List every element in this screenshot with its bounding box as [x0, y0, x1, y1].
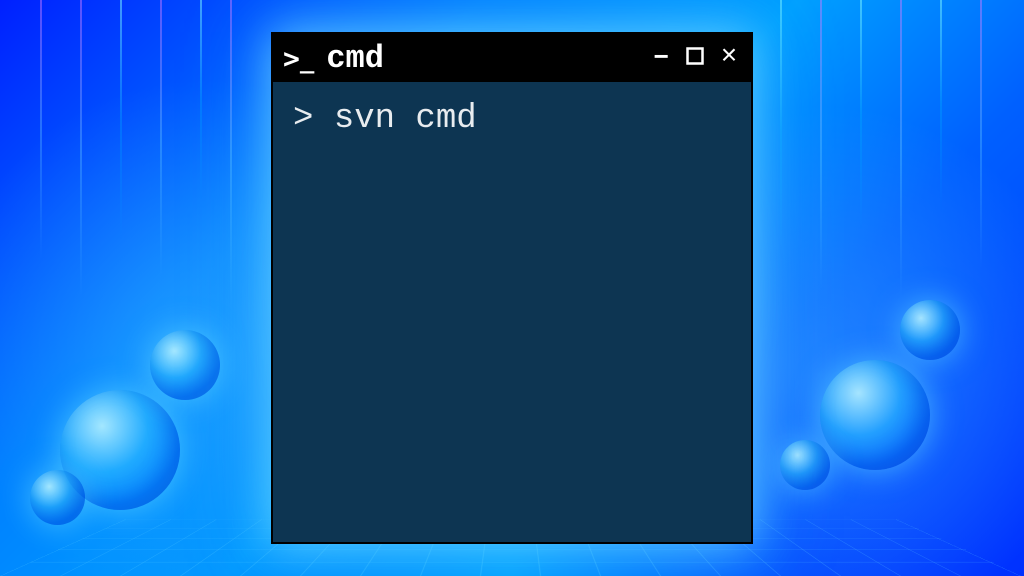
prompt-icon: >_ [283, 42, 312, 75]
prompt-symbol: > [293, 100, 313, 138]
prompt-icon-caret: > [283, 42, 298, 75]
terminal-window: >_ cmd − × > svn cmd [271, 32, 753, 544]
minimize-button[interactable]: − [649, 45, 673, 71]
command-text: svn cmd [334, 100, 477, 138]
window-title: cmd [326, 40, 641, 77]
window-controls: − × [649, 44, 741, 72]
maximize-icon [686, 47, 704, 65]
command-line: > svn cmd [293, 100, 731, 138]
prompt-icon-underscore: _ [300, 46, 312, 74]
terminal-body[interactable]: > svn cmd [273, 82, 751, 542]
close-button[interactable]: × [717, 44, 741, 72]
maximize-button[interactable] [683, 45, 707, 71]
titlebar[interactable]: >_ cmd − × [273, 34, 751, 82]
